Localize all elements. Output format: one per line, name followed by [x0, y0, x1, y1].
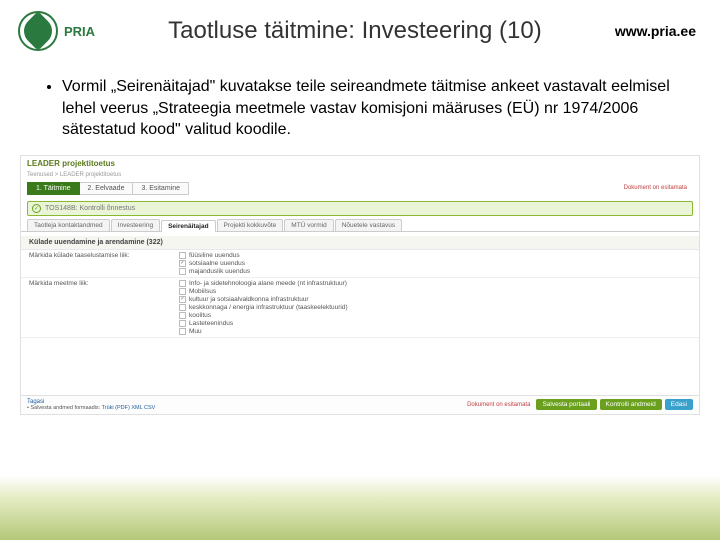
- tab-bar: Taotleja kontaktandmed Investeering Seir…: [21, 219, 699, 232]
- checkbox-option[interactable]: Mobiilsus: [179, 288, 691, 295]
- checkbox-icon: [179, 280, 186, 287]
- tab-summary[interactable]: Projekti kokkuvõte: [217, 219, 284, 231]
- tab-compliance[interactable]: Nõuetele vastavus: [335, 219, 402, 231]
- checkbox-icon: [179, 268, 186, 275]
- checkbox-option[interactable]: keskkonnaga / energia infrastruktuur (ta…: [179, 304, 691, 311]
- step-wizard: 1. Täitmine 2. Eelvaade 3. Esitamine Dok…: [21, 179, 699, 198]
- doc-status: Dokument on esitamata: [624, 185, 693, 191]
- tab-mtu[interactable]: MTÜ vormid: [284, 219, 333, 231]
- checkbox-icon: [179, 328, 186, 335]
- logo-text: PRIA: [64, 24, 95, 39]
- form-footer: Tagasi • Salvesta andmed formaadis: Trük…: [21, 395, 699, 414]
- checkbox-option[interactable]: Info- ja sidetehnoloogia alane meede (nt…: [179, 280, 691, 287]
- next-button[interactable]: Edasi: [665, 399, 693, 410]
- checkbox-icon: [179, 320, 186, 327]
- form-row-measure: Märkida meetme liik: Info- ja sidetehnol…: [21, 278, 699, 338]
- bullet-text: Vormil „Seirenäitajad" kuvatakse teile s…: [62, 76, 680, 141]
- page-title: Taotluse täitmine: Investeering (10): [95, 17, 615, 45]
- checkbox-icon: [179, 288, 186, 295]
- checkbox-icon: ✓: [179, 260, 186, 267]
- checkbox-option[interactable]: Muu: [179, 328, 691, 335]
- doc-status-footer: Dokument on esitamata: [467, 402, 530, 408]
- checkbox-option[interactable]: Lasteteenindus: [179, 320, 691, 327]
- step-1[interactable]: 1. Täitmine: [27, 182, 80, 195]
- logo-icon: [18, 11, 58, 51]
- check-button[interactable]: Kontrolli andmeid: [600, 399, 662, 410]
- check-icon: ✓: [32, 204, 41, 213]
- row-label: Märkida külade taaselustamise liik:: [29, 252, 179, 259]
- embedded-screenshot: LEADER projektitoetus Teenused > LEADER …: [20, 155, 700, 415]
- portal-title: LEADER projektitoetus: [21, 156, 699, 171]
- checkbox-option[interactable]: koolitus: [179, 312, 691, 319]
- checkbox-option[interactable]: majanduslik uuendus: [179, 268, 691, 275]
- checkbox-icon: [179, 312, 186, 319]
- tab-monitoring[interactable]: Seirenäitajad: [161, 220, 215, 232]
- description-block: Vormil „Seirenäitajad" kuvatakse teile s…: [0, 58, 720, 151]
- validation-banner: ✓ TOS148B: Kontrolli õnnestus: [27, 201, 693, 216]
- form-row-type: Märkida külade taaselustamise liik: füüs…: [21, 250, 699, 278]
- row-label: Märkida meetme liik:: [29, 280, 179, 287]
- export-formats[interactable]: Trüki (PDF) XML CSV: [102, 405, 156, 411]
- breadcrumb: Teenused > LEADER projektitoetus: [21, 171, 699, 179]
- tab-contacts[interactable]: Taotleja kontaktandmed: [27, 219, 110, 231]
- section-heading: Külade uuendamine ja arendamine (322): [21, 236, 699, 250]
- step-2[interactable]: 2. Eelvaade: [80, 182, 134, 195]
- save-button[interactable]: Salvesta portaali: [536, 399, 596, 410]
- checkbox-option[interactable]: ✓sotsiaalne uuendus: [179, 260, 691, 267]
- slide-header: PRIA Taotluse täitmine: Investeering (10…: [0, 0, 720, 58]
- checkbox-icon: [179, 304, 186, 311]
- checkbox-option[interactable]: ✓kultuur ja sotsiaalvaldkonna infrastruk…: [179, 296, 691, 303]
- logo: PRIA: [18, 11, 95, 51]
- checkbox-icon: ✓: [179, 296, 186, 303]
- step-3[interactable]: 3. Esitamine: [133, 182, 189, 195]
- checkbox-option[interactable]: füüsiline uuendus: [179, 252, 691, 259]
- validation-text: TOS148B: Kontrolli õnnestus: [45, 205, 135, 212]
- checkbox-icon: [179, 252, 186, 259]
- tab-investment[interactable]: Investeering: [111, 219, 160, 231]
- site-url: www.pria.ee: [615, 23, 702, 39]
